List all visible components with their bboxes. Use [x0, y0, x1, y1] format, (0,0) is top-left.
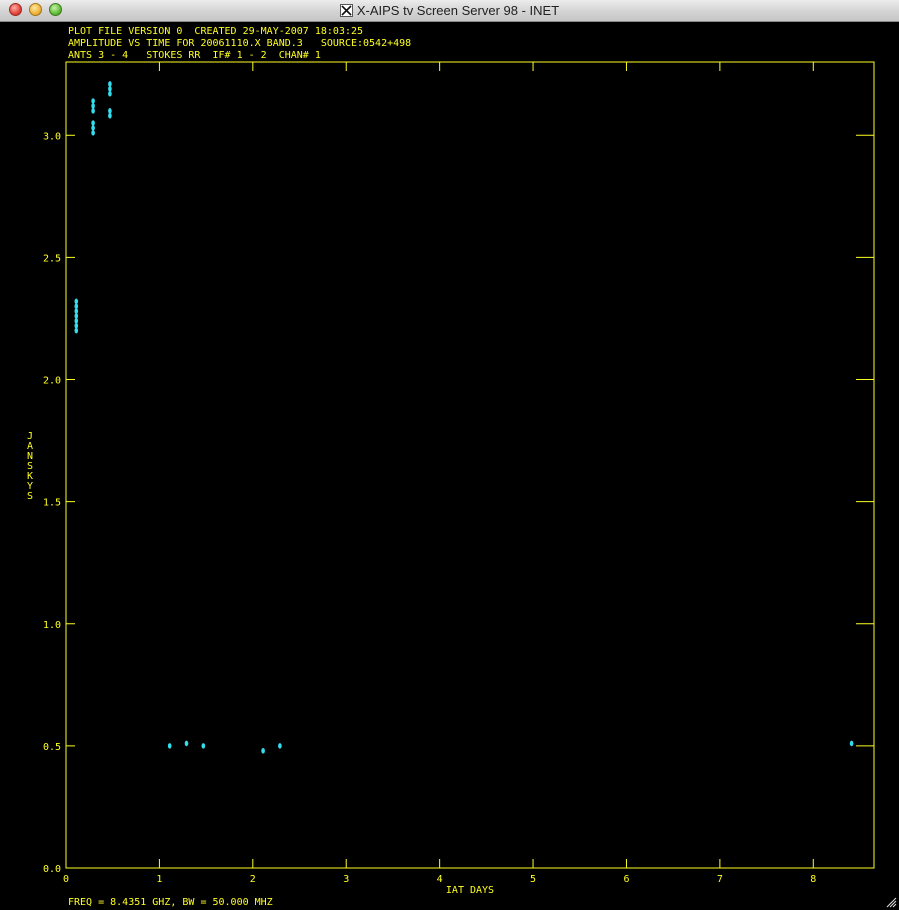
frequency-footer: FREQ = 8.4351 GHZ, BW = 50.000 MHZ [68, 897, 273, 908]
data-point [278, 743, 282, 749]
data-point [91, 103, 95, 109]
data-point [74, 318, 79, 324]
data-point [261, 747, 265, 754]
y-tick-label: 3.0 [43, 131, 61, 142]
data-point [74, 313, 79, 319]
data-point [108, 86, 112, 92]
data-point [91, 108, 95, 114]
x-tick-label: 1 [156, 874, 162, 885]
plot-frame [65, 61, 875, 869]
window-title: X-AIPS tv Screen Server 98 - INET [356, 3, 560, 18]
axis-tick-labels: 0 1 2 3 4 5 6 7 8 0.0 0.5 1.0 1.5 2.0 2.5 3.0 [43, 131, 816, 885]
data-point [74, 327, 79, 334]
window-title-group: X-AIPS tv Screen Server 98 - INET [0, 2, 899, 20]
data-point [91, 130, 95, 136]
data-point [91, 120, 95, 126]
x-tick-label: 3 [343, 874, 349, 885]
title-bar[interactable]: X-AIPS tv Screen Server 98 - INET [0, 0, 899, 22]
y-tick-label: 1.5 [43, 498, 61, 509]
x-tick-label: 5 [530, 874, 536, 885]
x-tick-label: 7 [717, 874, 723, 885]
data-point [849, 740, 854, 747]
data-point [91, 98, 95, 104]
data-point [108, 108, 112, 114]
data-point [74, 298, 79, 305]
data-point [74, 322, 79, 329]
y-axis-label-char: S [27, 491, 33, 502]
y-axis-label: JANSKYS [27, 431, 33, 502]
data-points [74, 81, 854, 754]
x-tick-label: 8 [810, 874, 816, 885]
x-tick-label: 6 [623, 874, 629, 885]
x-tick-label: 4 [437, 874, 443, 885]
data-point [184, 740, 189, 747]
resize-grip-icon[interactable] [884, 895, 897, 908]
x-axis-label: IAT DAYS [446, 885, 494, 896]
data-point [74, 308, 79, 314]
axis-ticks [65, 62, 874, 869]
data-point [91, 125, 95, 131]
data-point [167, 743, 172, 749]
data-point [108, 112, 112, 119]
y-tick-label: 0.5 [43, 742, 61, 753]
data-point [74, 303, 79, 310]
x11-icon [339, 4, 353, 17]
aips-tv-window: X-AIPS tv Screen Server 98 - INET PLOT F… [0, 0, 899, 910]
x-tick-label: 2 [250, 874, 256, 885]
x-tick-label: 0 [63, 874, 69, 885]
y-tick-label: 0.0 [43, 864, 61, 875]
data-point [108, 81, 112, 87]
y-tick-label: 2.0 [43, 376, 61, 387]
amplitude-vs-time-plot: 0 1 2 3 4 5 6 7 80.00.51.01.52.02.53.0 IAT DAYS … [27, 61, 875, 908]
data-point [201, 743, 206, 749]
plot-area: PLOT FILE VERSION 0 CREATED 29-MAY-2007 … [0, 22, 899, 910]
y-tick-label: 1.0 [43, 620, 61, 631]
data-point [108, 90, 112, 97]
y-tick-label: 2.5 [43, 253, 61, 264]
